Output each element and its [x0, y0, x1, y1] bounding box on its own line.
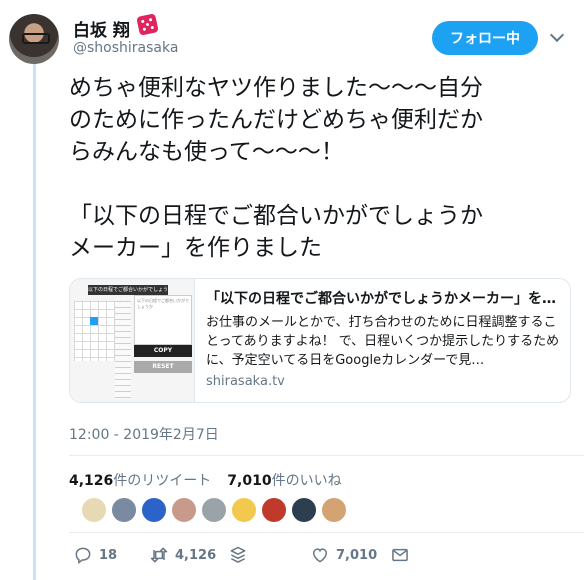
chevron-down-icon[interactable] [549, 27, 565, 43]
card-thumbnail: 以下の日程でご都合いかがでしょうかメーカー 以下の日程でご都合いかがでしょうか … [70, 279, 195, 402]
liker-avatar[interactable] [232, 498, 256, 522]
liker-avatar[interactable] [262, 498, 286, 522]
envelope-icon [392, 548, 408, 562]
engagement-stats: 4,126件のリツイート 7,010件のいいね [69, 470, 342, 490]
liker-avatar[interactable] [292, 498, 316, 522]
author-handle[interactable]: @shoshirasaka [73, 40, 178, 56]
liker-avatar[interactable] [172, 498, 196, 522]
dice-emoji-icon [136, 13, 159, 36]
tweet-text: めちゃ便利なヤツ作りました〜〜〜自分 のために作ったんだけどめちゃ便利だか らみ… [69, 75, 483, 261]
liker-avatar[interactable] [82, 498, 106, 522]
thumbnail-output-box: 以下の日程でご都合いかがでしょうか [134, 295, 192, 345]
share-button[interactable] [228, 545, 248, 565]
retweets-stat[interactable]: 4,126件のリツイート [69, 473, 211, 489]
retweet-icon [150, 547, 168, 563]
divider [69, 532, 584, 533]
reply-count: 18 [99, 547, 118, 563]
stack-icon [230, 546, 246, 563]
likes-stat[interactable]: 7,010件のいいね [227, 473, 341, 489]
divider [69, 455, 584, 456]
card-domain: shirasaka.tv [206, 374, 285, 389]
thumbnail-time-list [115, 301, 131, 399]
liker-avatar[interactable] [142, 498, 166, 522]
like-button[interactable]: 7,010 [310, 545, 377, 565]
tweet-header: 白坂 翔 @shoshirasaka フォロー中 [0, 0, 584, 64]
tweet-timestamp[interactable]: 12:00 - 2019年2月7日 [69, 424, 219, 444]
following-button[interactable]: フォロー中 [432, 21, 538, 55]
retweet-count: 4,126 [175, 547, 217, 563]
liker-avatar[interactable] [112, 498, 136, 522]
liker-avatar[interactable] [202, 498, 226, 522]
card-description: お仕事のメールとかで、打ち合わせのために日程調整することってありますよね！ で、… [206, 315, 560, 368]
thumbnail-selected-date [90, 317, 98, 325]
avatar[interactable] [9, 14, 59, 64]
direct-message-button[interactable] [390, 545, 410, 565]
author-name[interactable]: 白坂 翔 [73, 16, 130, 41]
thumbnail-reset-button: RESET [134, 361, 192, 373]
reply-button[interactable]: 18 [73, 545, 117, 565]
card-title: 「以下の日程でご都合いかがでしょうかメーカー」を… [206, 291, 556, 307]
retweet-button[interactable]: 4,126 [149, 545, 216, 565]
thumbnail-header: 以下の日程でご都合いかがでしょうかメーカー [88, 285, 169, 303]
link-card[interactable]: 以下の日程でご都合いかがでしょうかメーカー 以下の日程でご都合いかがでしょうか … [69, 278, 571, 403]
tweet-actions: 18 4,126 7,010 [0, 545, 584, 567]
liker-avatar[interactable] [322, 498, 346, 522]
reply-icon [75, 547, 91, 564]
like-count: 7,010 [336, 547, 378, 563]
thumbnail-copy-button: COPY [134, 345, 192, 357]
heart-icon [312, 548, 328, 563]
thread-line [33, 64, 36, 580]
card-body: 「以下の日程でご都合いかがでしょうかメーカー」を… お仕事のメールとかで、打ち合… [206, 289, 562, 389]
